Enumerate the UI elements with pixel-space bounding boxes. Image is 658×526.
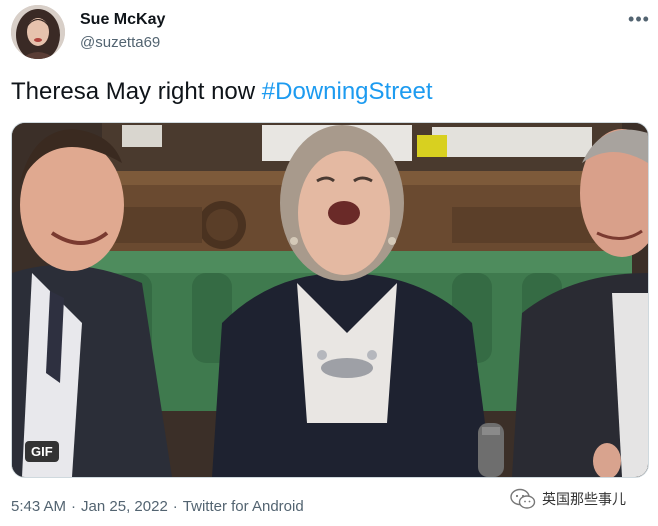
author-handle[interactable]: @suzetta69 <box>80 34 160 51</box>
gif-badge: GIF <box>25 441 59 462</box>
tweet-date[interactable]: Jan 25, 2022 <box>81 498 168 515</box>
watermark: 英国那些事儿 <box>510 486 626 512</box>
tweet-source[interactable]: Twitter for Android <box>183 498 304 515</box>
more-horizontal-icon[interactable]: ••• <box>626 8 652 30</box>
tweet-media-gif[interactable]: GIF <box>11 122 649 478</box>
meta-separator-2: · <box>172 498 178 515</box>
hashtag-link[interactable]: #DowningStreet <box>262 78 433 105</box>
profile-photo-icon <box>11 5 65 59</box>
author-display-name[interactable]: Sue McKay <box>80 11 165 29</box>
tweet-text: Theresa May right now #DowningStreet <box>11 78 433 106</box>
meta-separator: · <box>71 498 77 515</box>
tweet-time[interactable]: 5:43 AM <box>11 498 66 515</box>
wechat-icon <box>510 488 536 509</box>
tweet-body: Theresa May right now <box>11 78 262 105</box>
tweet-meta: 5:43 AM · Jan 25, 2022 · Twitter for Android <box>11 498 304 515</box>
avatar[interactable] <box>11 5 65 59</box>
watermark-text: 英国那些事儿 <box>542 491 626 507</box>
gif-frame <box>12 123 648 477</box>
